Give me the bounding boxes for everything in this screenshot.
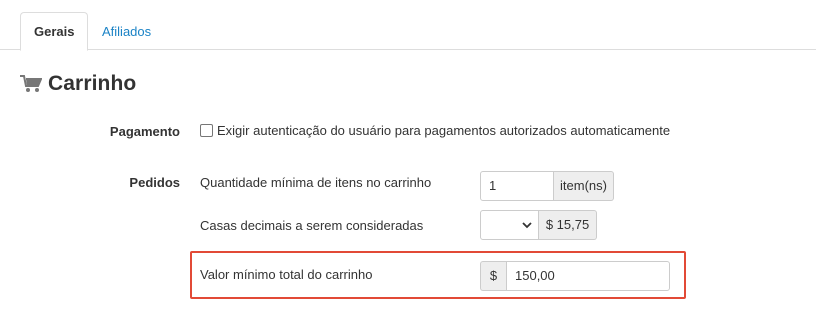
decimals-label: Casas decimais a serem consideradas [200, 218, 424, 233]
tab-gerais[interactable]: Gerais [20, 12, 89, 51]
min-total-group: $ 150,00 [480, 261, 670, 291]
tab-afiliados[interactable]: Afiliados [88, 12, 165, 51]
auth-required-label[interactable]: Exigir autenticação do usuário para paga… [217, 123, 670, 138]
section-header: Carrinho [20, 70, 136, 98]
orders-label: Pedidos [129, 175, 180, 190]
tab-bar: Gerais Afiliados [0, 0, 816, 51]
decimals-group: $ 15,75 [480, 210, 597, 240]
chevron-down-icon [522, 222, 532, 229]
decimals-select[interactable] [480, 210, 539, 240]
currency-addon: $ [480, 261, 506, 291]
min-items-input[interactable]: 1 [480, 171, 554, 201]
shopping-cart-icon [20, 75, 42, 92]
payment-label: Pagamento [109, 124, 180, 139]
decimals-preview: $ 15,75 [539, 210, 597, 240]
payment-checkbox-row[interactable]: Exigir autenticação do usuário para paga… [200, 123, 670, 138]
min-items-label: Quantidade mínima de itens no carrinho [200, 175, 432, 190]
min-total-input[interactable]: 150,00 [506, 261, 670, 291]
section-title: Carrinho [48, 72, 137, 95]
min-total-label: Valor mínimo total do carrinho [200, 267, 373, 282]
min-items-group: 1 item(ns) [480, 171, 614, 201]
min-items-unit: item(ns) [554, 171, 614, 201]
auth-required-checkbox[interactable] [200, 124, 213, 137]
